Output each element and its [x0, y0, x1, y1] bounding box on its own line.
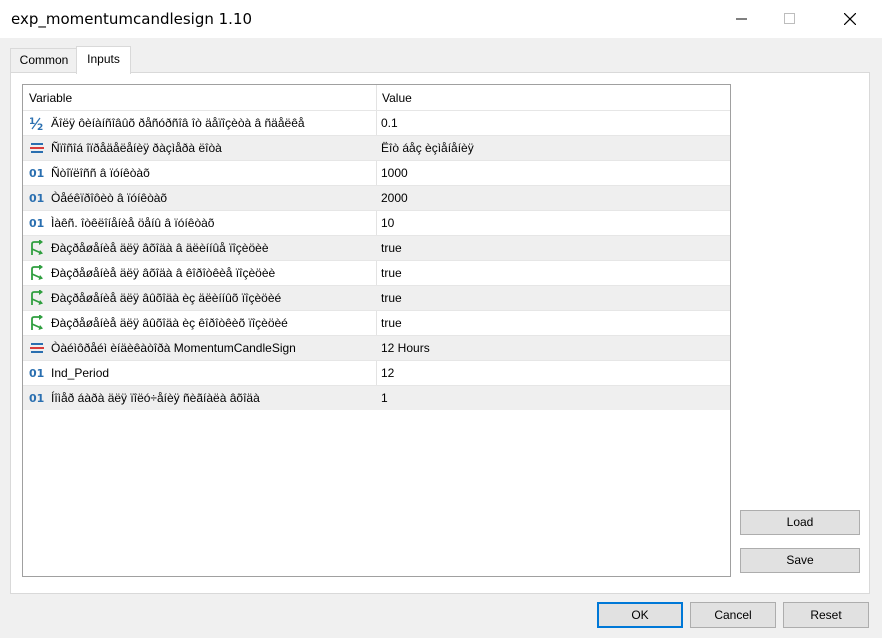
variable-name: Ìàêñ. îòêëîíåíèå öåíû â ïóíêòàõ	[51, 216, 215, 230]
enum-list-icon	[29, 140, 45, 156]
minimize-icon	[736, 18, 747, 20]
variable-value[interactable]: true	[381, 266, 402, 280]
table-row[interactable]: 01 Ñòîïëîññ â ïóíêòàõ 1000	[23, 160, 730, 185]
table-row[interactable]: 01 Òåéêïðîôèò â ïóíêòàõ 2000	[23, 185, 730, 210]
svg-text:01: 01	[29, 367, 44, 380]
close-icon	[844, 13, 856, 25]
variable-value[interactable]: 12 Hours	[381, 341, 430, 355]
column-header-value[interactable]: Value	[382, 91, 412, 105]
ok-button[interactable]: OK	[597, 602, 683, 628]
svg-text:01: 01	[29, 192, 44, 205]
variable-name: Ñòîïëîññ â ïóíêòàõ	[51, 166, 150, 180]
title-bar: exp_momentumcandlesign 1.10	[0, 0, 882, 38]
cancel-button[interactable]: Cancel	[690, 602, 776, 628]
bool-arrow-icon	[29, 314, 45, 331]
variable-name: Íîìåð áàðà äëÿ ïîëó÷åíèÿ ñèãíàëà âõîäà	[51, 391, 260, 405]
table-row[interactable]: Òàéìôðåéì èíäèêàòîðà MomentumCandleSign 1…	[23, 335, 730, 360]
table-row[interactable]: Ðàçðåøåíèå äëÿ âõîäà â êîðîòêèå ïîçèöèè t…	[23, 260, 730, 285]
variable-name: Òåéêïðîôèò â ïóíêòàõ	[51, 191, 168, 205]
table-row[interactable]: Ñïîñîá îïðåäåëåíèÿ ðàçìåðà ëîòà Ëîò áåç è…	[23, 135, 730, 160]
integer-icon: 01	[29, 215, 45, 231]
save-button[interactable]: Save	[740, 548, 860, 573]
variable-name: Ðàçðåøåíèå äëÿ âûõîäà èç äëèííûõ ïîçèöèé	[51, 291, 282, 305]
bool-arrow-icon	[29, 264, 45, 281]
variable-name: Ðàçðåøåíèå äëÿ âûõîäà èç êîðîòêèõ ïîçèöè…	[51, 316, 288, 330]
tab-inputs[interactable]: Inputs	[76, 46, 131, 74]
table-row[interactable]: 01 Íîìåð áàðà äëÿ ïîëó÷åíèÿ ñèãíàëà âõîäà…	[23, 385, 730, 410]
variable-value[interactable]: 10	[381, 216, 394, 230]
integer-icon: 01	[29, 365, 45, 381]
variable-name: Ñïîñîá îïðåäåëåíèÿ ðàçìåðà ëîòà	[51, 141, 222, 155]
minimize-button[interactable]	[720, 0, 766, 38]
load-button[interactable]: Load	[740, 510, 860, 535]
svg-text:01: 01	[29, 217, 44, 230]
variable-value[interactable]: 2000	[381, 191, 408, 205]
table-row[interactable]: Ðàçðåøåíèå äëÿ âûõîäà èç êîðîòêèõ ïîçèöè…	[23, 310, 730, 335]
enum-list-icon	[29, 340, 45, 356]
table-row[interactable]: 1 2 Äîëÿ ôèíàíñîâûõ ðåñóðñîâ îò äåïîçèòà â…	[23, 110, 730, 135]
variable-value[interactable]: true	[381, 291, 402, 305]
inputs-grid: Variable Value 1 2 Äîëÿ ôèíàíñîâûõ ðåñóðñî…	[22, 84, 731, 577]
integer-icon: 01	[29, 165, 45, 181]
variable-value[interactable]: true	[381, 316, 402, 330]
maximize-button[interactable]	[768, 0, 814, 38]
variable-value[interactable]: 1000	[381, 166, 408, 180]
half-fraction-icon: 12	[29, 115, 45, 133]
integer-icon: 01	[29, 190, 45, 206]
maximize-icon	[784, 13, 795, 24]
close-button[interactable]	[828, 0, 874, 38]
bool-arrow-icon	[29, 239, 45, 256]
window-title: exp_momentumcandlesign 1.10	[11, 10, 253, 28]
column-header-variable[interactable]: Variable	[29, 91, 72, 105]
integer-icon: 01	[29, 390, 45, 406]
table-row[interactable]: 01 Ìàêñ. îòêëîíåíèå öåíû â ïóíêòàõ 10	[23, 210, 730, 235]
variable-name: Ðàçðåøåíèå äëÿ âõîäà â êîðîòêèå ïîçèöèè	[51, 266, 276, 280]
table-row[interactable]: 01 Ind_Period 12	[23, 360, 730, 385]
tab-common[interactable]: Common	[10, 48, 78, 72]
variable-value[interactable]: 1	[381, 391, 388, 405]
variable-value[interactable]: 12	[381, 366, 394, 380]
svg-text:01: 01	[29, 167, 44, 180]
variable-name: Äîëÿ ôèíàíñîâûõ ðåñóðñîâ îò äåïîçèòà â ñ…	[51, 116, 305, 130]
variable-value[interactable]: 0.1	[381, 116, 398, 130]
bool-arrow-icon	[29, 289, 45, 306]
reset-button[interactable]: Reset	[783, 602, 869, 628]
variable-name: Òàéìôðåéì èíäèêàòîðà MomentumCandleSign	[51, 341, 296, 355]
table-row[interactable]: Ðàçðåøåíèå äëÿ âõîäà â äëèííûå ïîçèöèè tr…	[23, 235, 730, 260]
svg-text:01: 01	[29, 392, 44, 405]
variable-name: Ðàçðåøåíèå äëÿ âõîäà â äëèííûå ïîçèöèè	[51, 241, 269, 255]
table-row[interactable]: Ðàçðåøåíèå äëÿ âûõîäà èç äëèííûõ ïîçèöèé…	[23, 285, 730, 310]
variable-name: Ind_Period	[51, 366, 110, 380]
svg-text:2: 2	[37, 123, 43, 131]
variable-value[interactable]: Ëîò áåç èçìåíåíèÿ	[381, 141, 474, 155]
variable-value[interactable]: true	[381, 241, 402, 255]
